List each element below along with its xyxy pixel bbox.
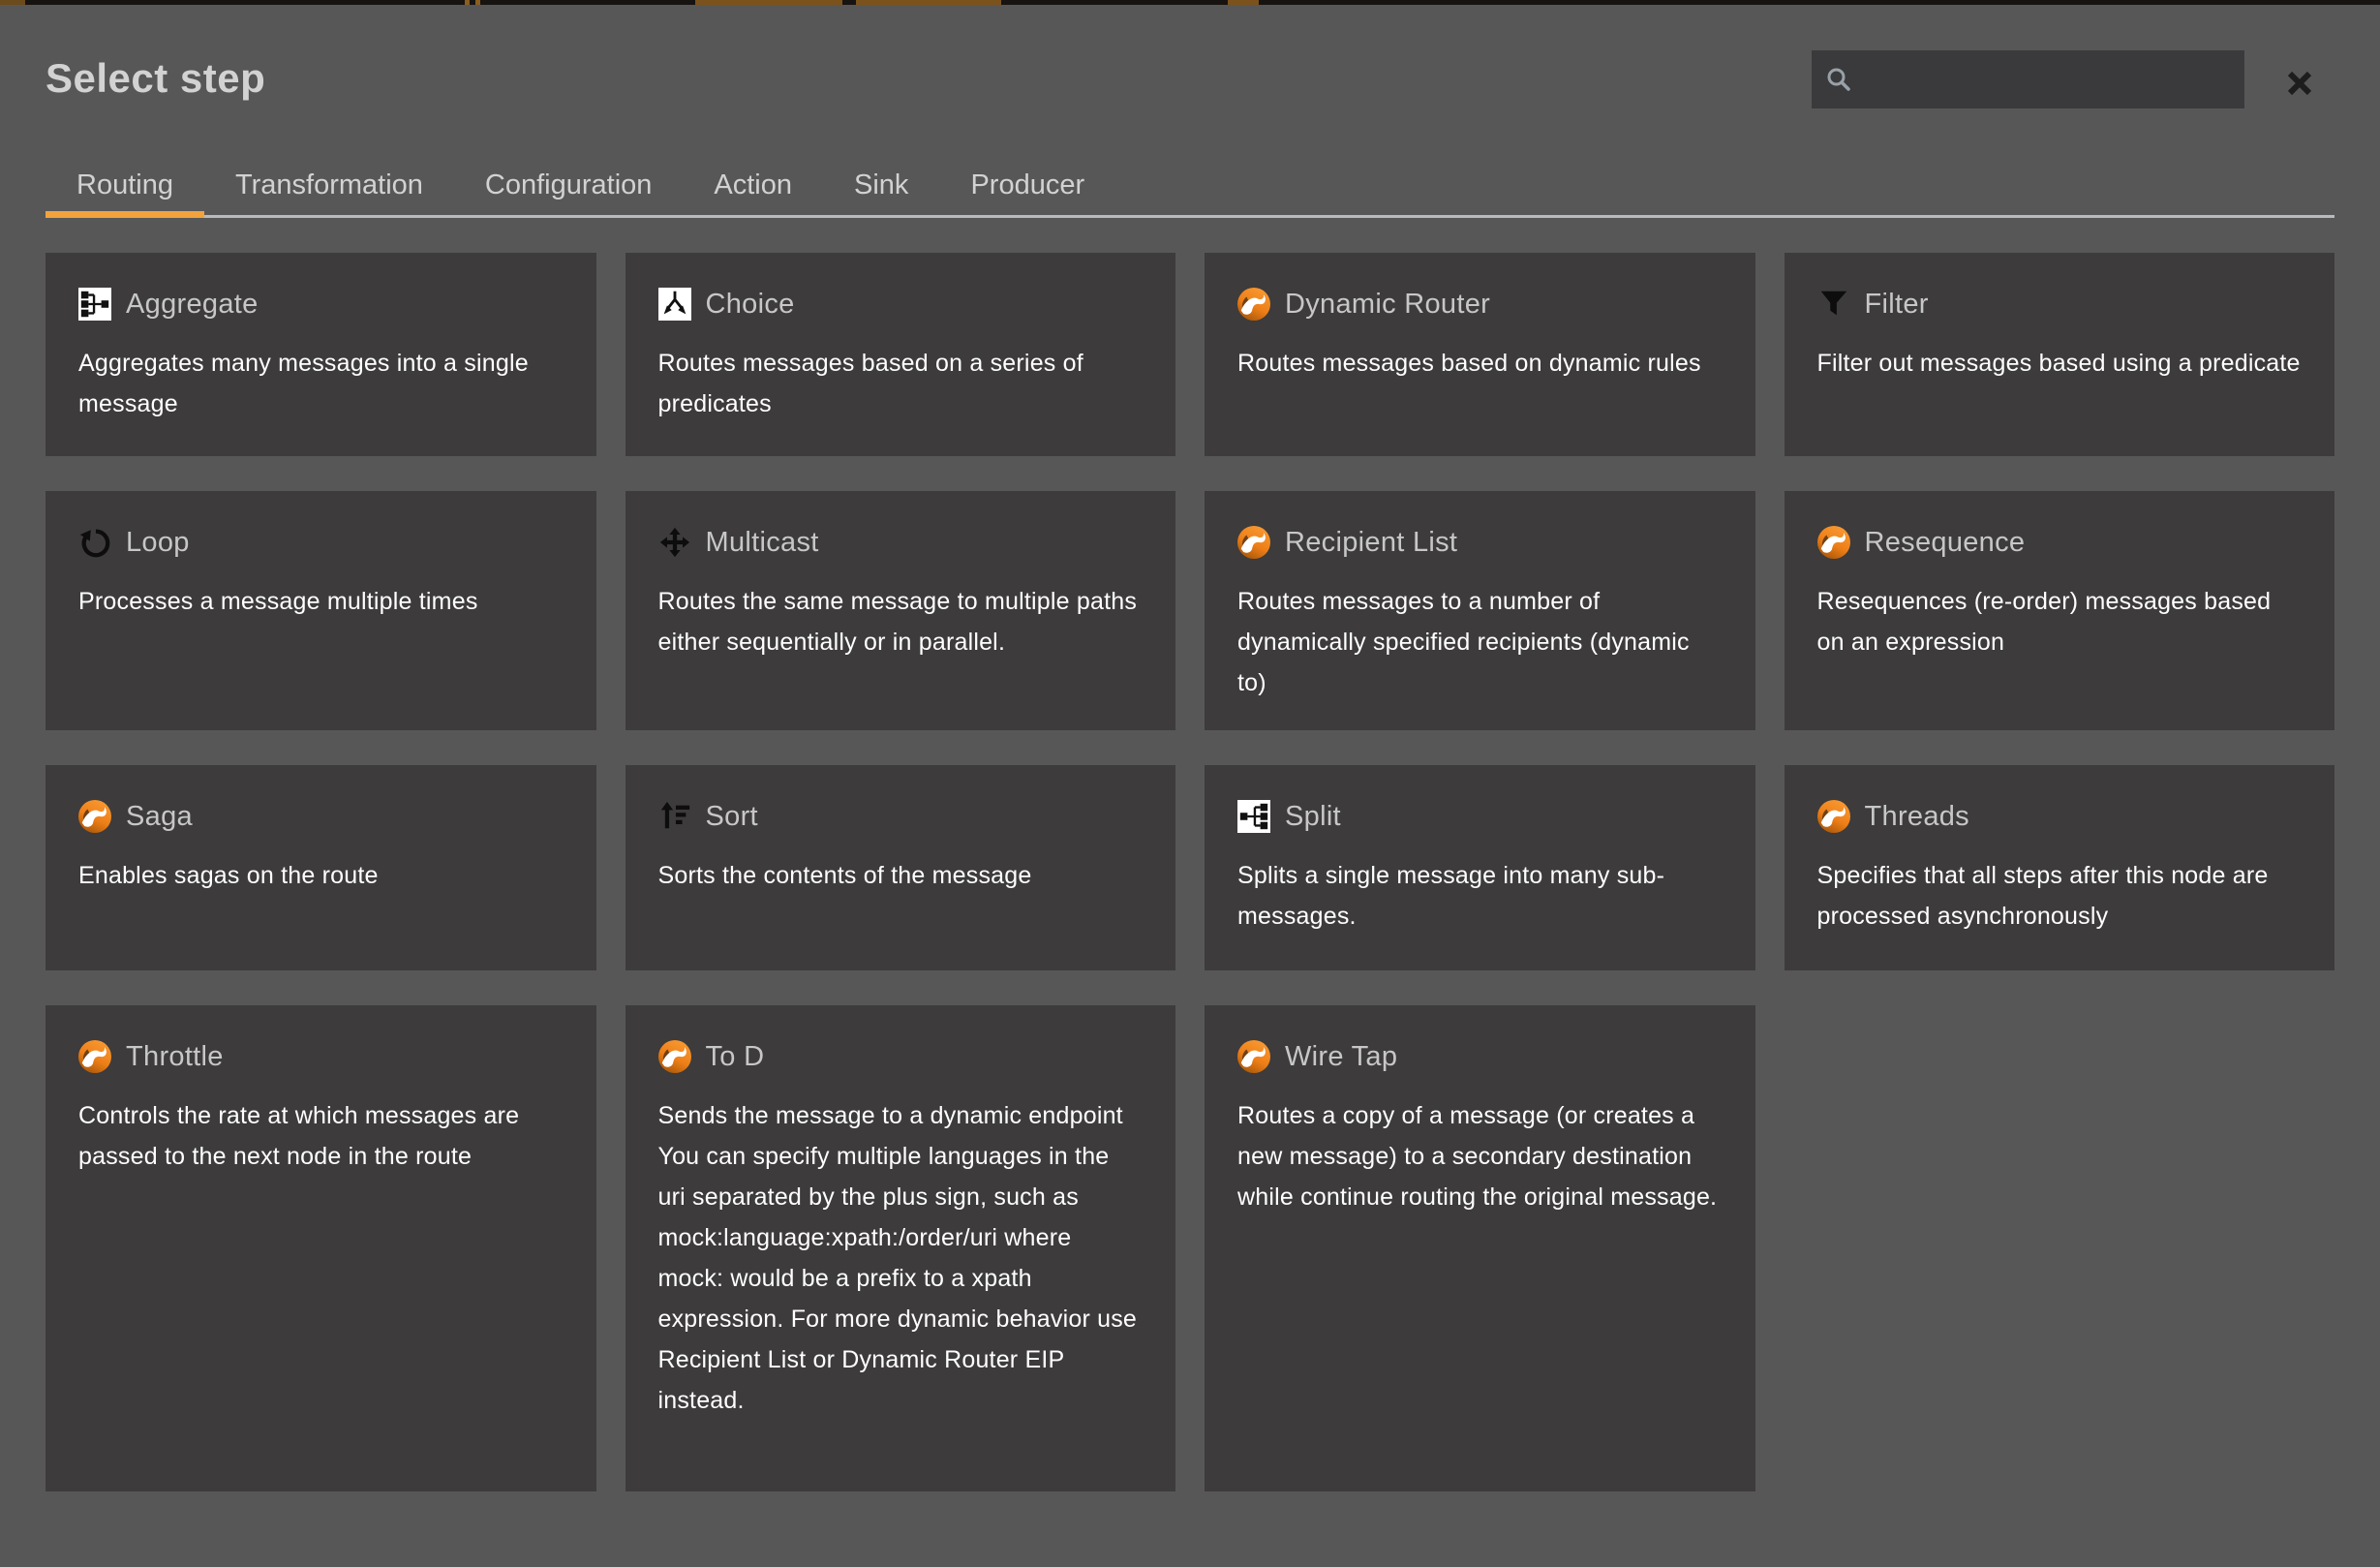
card-description: Sends the message to a dynamic endpoint … [658, 1095, 1144, 1421]
card-description: Enables sagas on the route [78, 855, 564, 896]
card-description: Routes the same message to multiple path… [658, 581, 1144, 662]
modal-title: Select step [46, 55, 265, 102]
card-header: Throttle [78, 1040, 564, 1073]
card-title: Threads [1865, 801, 1970, 833]
step-card-grid: Aggregate Aggregates many messages into a… [46, 253, 2334, 1491]
step-card-aggregate[interactable]: Aggregate Aggregates many messages into a… [46, 253, 596, 456]
camel-icon [78, 1040, 111, 1073]
multicast-icon [658, 526, 691, 559]
card-title: Sort [706, 801, 758, 833]
sort-icon [658, 800, 691, 833]
tab-bar: Routing Transformation Configuration Action… [46, 155, 2334, 218]
card-title: Wire Tap [1285, 1041, 1397, 1073]
card-description: Processes a message multiple times [78, 581, 564, 622]
step-card-split[interactable]: Split Splits a single message into many s… [1205, 765, 1755, 970]
search-box [1812, 50, 2244, 108]
card-header: To D [658, 1040, 1144, 1073]
card-title: Aggregate [126, 289, 259, 321]
card-header: Threads [1817, 800, 2303, 833]
tab-label: Configuration [485, 169, 653, 201]
card-description: Splits a single message into many sub-me… [1237, 855, 1723, 937]
card-title: To D [706, 1041, 765, 1073]
card-header: Sort [658, 800, 1144, 833]
tab-routing[interactable]: Routing [46, 155, 204, 215]
step-card-filter[interactable]: Filter Filter out messages based using a … [1785, 253, 2335, 456]
card-description: Specifies that all steps after this node… [1817, 855, 2303, 937]
step-card-sort[interactable]: Sort Sorts the contents of the message [626, 765, 1176, 970]
tab-transformation[interactable]: Transformation [204, 155, 454, 215]
card-header: Resequence [1817, 526, 2303, 559]
step-card-saga[interactable]: Saga Enables sagas on the route [46, 765, 596, 970]
close-button[interactable] [2275, 59, 2324, 108]
card-title: Choice [706, 289, 795, 321]
card-header: Dynamic Router [1237, 288, 1723, 321]
step-card-throttle[interactable]: Throttle Controls the rate at which messa… [46, 1005, 596, 1491]
card-title: Split [1285, 801, 1341, 833]
step-card-threads[interactable]: Threads Specifies that all steps after th… [1785, 765, 2335, 970]
step-card-choice[interactable]: Choice Routes messages based on a series … [626, 253, 1176, 456]
card-description: Routes a copy of a message (or creates a… [1237, 1095, 1723, 1217]
camel-icon [1817, 800, 1850, 833]
card-title: Loop [126, 527, 190, 559]
tab-configuration[interactable]: Configuration [454, 155, 684, 215]
step-card-loop[interactable]: Loop Processes a message multiple times [46, 491, 596, 730]
card-description: Routes messages based on a series of pre… [658, 343, 1144, 424]
card-description: Controls the rate at which messages are … [78, 1095, 564, 1177]
card-header: Choice [658, 288, 1144, 321]
tab-sink[interactable]: Sink [823, 155, 939, 215]
card-description: Filter out messages based using a predic… [1817, 343, 2303, 384]
close-icon [2282, 66, 2317, 101]
tab-action[interactable]: Action [683, 155, 823, 215]
select-step-modal: Select step Routing Transformation Configu… [0, 5, 2380, 1567]
camel-icon [78, 800, 111, 833]
step-card-multicast[interactable]: Multicast Routes the same message to mult… [626, 491, 1176, 730]
tab-label: Transformation [235, 169, 423, 201]
tab-label: Producer [970, 169, 1084, 201]
card-title: Saga [126, 801, 193, 833]
tab-label: Action [714, 169, 792, 201]
active-tab-indicator [46, 211, 204, 218]
camel-icon [1237, 1040, 1270, 1073]
card-description: Sorts the contents of the message [658, 855, 1144, 896]
filter-icon [1817, 288, 1850, 321]
card-header: Filter [1817, 288, 2303, 321]
card-description: Resequences (re-order) messages based on… [1817, 581, 2303, 662]
card-description: Aggregates many messages into a single m… [78, 343, 564, 424]
card-header: Wire Tap [1237, 1040, 1723, 1073]
split-icon [1237, 800, 1270, 833]
aggregate-icon [78, 288, 111, 321]
card-description: Routes messages to a number of dynamical… [1237, 581, 1723, 703]
step-card-recipient-list[interactable]: Recipient List Routes messages to a numbe… [1205, 491, 1755, 730]
card-title: Dynamic Router [1285, 289, 1490, 321]
camel-icon [1237, 526, 1270, 559]
card-header: Saga [78, 800, 564, 833]
camel-icon [1237, 288, 1270, 321]
camel-icon [658, 1040, 691, 1073]
step-card-resequence[interactable]: Resequence Resequences (re-order) message… [1785, 491, 2335, 730]
card-header: Split [1237, 800, 1723, 833]
card-title: Filter [1865, 289, 1929, 321]
card-header: Multicast [658, 526, 1144, 559]
tab-label: Routing [76, 169, 173, 201]
card-title: Recipient List [1285, 527, 1457, 559]
loop-icon [78, 526, 111, 559]
step-card-to-d[interactable]: To D Sends the message to a dynamic endpo… [626, 1005, 1176, 1491]
card-header: Aggregate [78, 288, 564, 321]
tab-label: Sink [854, 169, 908, 201]
search-input[interactable] [1812, 50, 2244, 108]
camel-icon [1817, 526, 1850, 559]
card-title: Multicast [706, 527, 819, 559]
card-title: Resequence [1865, 527, 2026, 559]
tab-producer[interactable]: Producer [939, 155, 1115, 215]
card-header: Loop [78, 526, 564, 559]
choice-icon [658, 288, 691, 321]
step-card-dynamic-router[interactable]: Dynamic Router Routes messages based on d… [1205, 253, 1755, 456]
card-header: Recipient List [1237, 526, 1723, 559]
card-description: Routes messages based on dynamic rules [1237, 343, 1723, 384]
step-card-wire-tap[interactable]: Wire Tap Routes a copy of a message (or c… [1205, 1005, 1755, 1491]
card-title: Throttle [126, 1041, 224, 1073]
